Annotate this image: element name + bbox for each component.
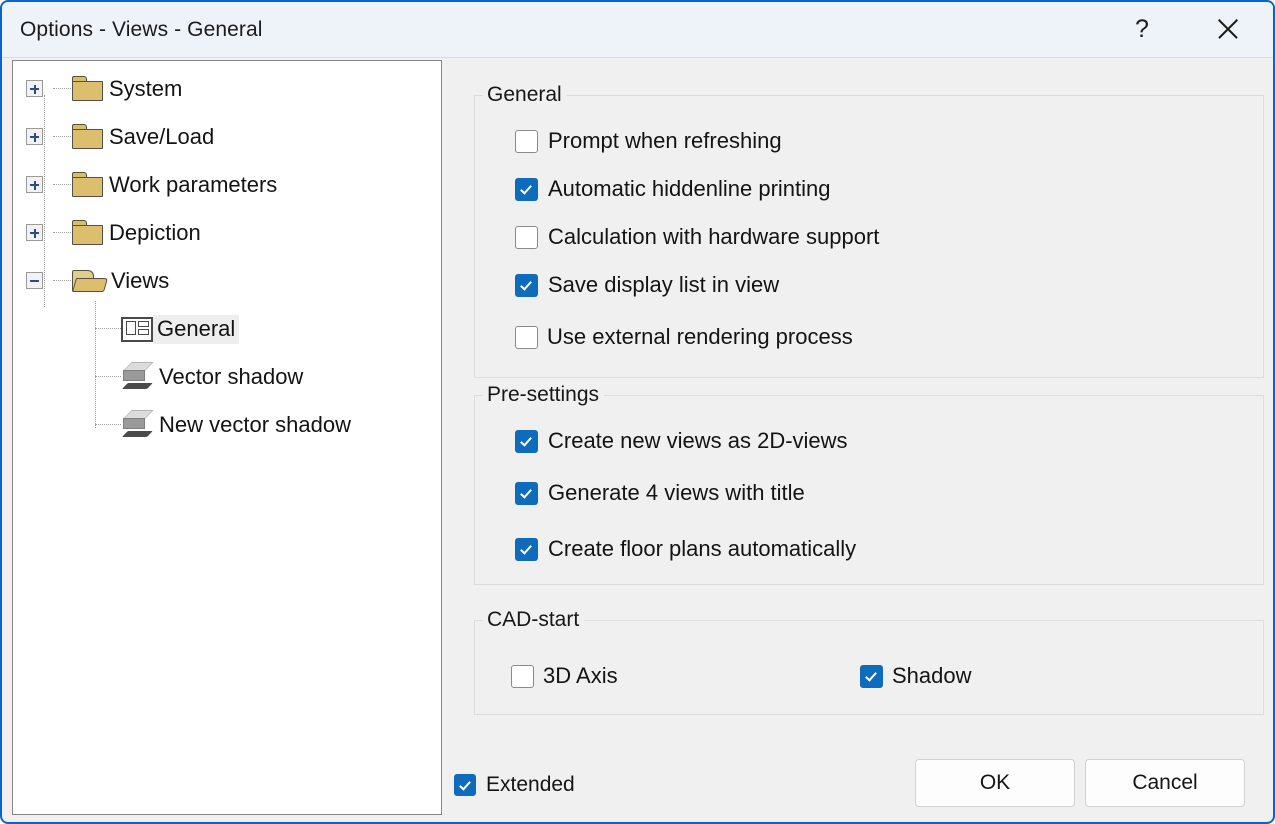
tree-expander-system[interactable] [26,80,43,97]
sidebar-item-system[interactable]: System [71,65,186,113]
close-icon [1215,16,1241,42]
sidebar-item-general[interactable]: General [121,305,239,353]
checkbox-box[interactable] [511,665,534,688]
checkbox-box[interactable] [515,178,538,201]
group-pre-settings-legend: Pre-settings [483,383,604,407]
sidebar-item-save-load[interactable]: Save/Load [71,113,218,161]
checkbox-label: Automatic hiddenline printing [548,176,831,202]
sidebar-item-label: Vector shadow [155,363,307,392]
sidebar-item-label: New vector shadow [155,411,355,440]
panes-icon [121,317,153,342]
checkbox-use-external-rendering-process[interactable]: Use external rendering process [515,324,853,350]
checkbox-box[interactable] [515,130,538,153]
checkbox-label: Calculation with hardware support [548,224,879,250]
folder-open-icon [71,268,107,294]
checkbox-extended[interactable]: Extended [454,773,575,797]
box-shadow-icon [121,361,155,393]
group-cad-start-legend: CAD-start [483,608,584,632]
sidebar-item-label: Depiction [105,219,205,248]
question-mark-icon: ? [1135,15,1149,44]
tree-connector-line [95,424,121,426]
sidebar-item-vector-shadow[interactable]: Vector shadow [121,353,307,401]
checkbox-save-display-list-in-view[interactable]: Save display list in view [515,272,779,298]
cancel-button[interactable]: Cancel [1085,759,1245,807]
tree-connector-line [44,95,46,307]
sidebar-item-new-vector-shadow[interactable]: New vector shadow [121,401,355,449]
settings-tree-panel[interactable]: System Save/Load Work parameters Depicti… [12,60,442,815]
close-button[interactable] [1197,2,1259,56]
sidebar-item-label: General [153,315,239,344]
sidebar-item-views[interactable]: Views [71,257,173,305]
tree-expander-work-parameters[interactable] [26,176,43,193]
checkbox-label: Shadow [892,663,972,689]
sidebar-item-label: Save/Load [105,123,218,152]
options-dialog-window: Options - Views - General ? [0,0,1275,824]
sidebar-item-work-parameters[interactable]: Work parameters [71,161,281,209]
checkbox-label: Prompt when refreshing [548,128,782,154]
checkbox-box[interactable] [860,665,883,688]
tree-expander-depiction[interactable] [26,224,43,241]
settings-content-pane: General Prompt when refreshing Automatic… [452,60,1263,812]
title-bar: Options - Views - General ? [2,2,1273,58]
tree-expander-views[interactable] [26,272,43,289]
checkbox-label: Create new views as 2D-views [548,428,848,454]
window-title: Options - Views - General [20,18,263,42]
group-pre-settings: Pre-settings Create new views as 2D-view… [474,395,1264,585]
checkbox-box[interactable] [515,538,538,561]
checkbox-label: Generate 4 views with title [548,480,805,506]
tree-connector-line [95,328,121,330]
checkbox-create-new-views-as-2d-views[interactable]: Create new views as 2D-views [515,428,848,454]
checkbox-generate-4-views-with-title[interactable]: Generate 4 views with title [515,480,805,506]
checkbox-prompt-when-refreshing[interactable]: Prompt when refreshing [515,128,782,154]
group-general: General Prompt when refreshing Automatic… [474,95,1264,378]
sidebar-item-label: System [105,75,186,104]
tree-expander-save-load[interactable] [26,128,43,145]
folder-closed-icon [71,124,105,150]
group-cad-start: CAD-start 3D Axis Shadow [474,620,1264,715]
checkbox-label: Save display list in view [548,272,779,298]
tree-connector-line [95,376,121,378]
checkbox-label: Extended [486,773,575,797]
folder-closed-icon [71,220,105,246]
checkbox-label: Create floor plans automatically [548,536,856,562]
checkbox-3d-axis[interactable]: 3D Axis [511,663,618,689]
tree-connector-line [95,301,97,428]
checkbox-label: 3D Axis [543,663,618,689]
box-shadow-icon [121,409,155,441]
checkbox-create-floor-plans-automatically[interactable]: Create floor plans automatically [515,536,856,562]
group-general-legend: General [483,83,567,107]
checkbox-box[interactable] [515,430,538,453]
checkbox-box[interactable] [515,326,538,349]
checkbox-automatic-hiddenline-printing[interactable]: Automatic hiddenline printing [515,176,831,202]
checkbox-label: Use external rendering process [547,324,853,350]
checkbox-box[interactable] [515,482,538,505]
checkbox-shadow[interactable]: Shadow [860,663,972,689]
checkbox-box[interactable] [515,226,538,249]
checkbox-box[interactable] [515,274,538,297]
checkbox-calculation-with-hardware-support[interactable]: Calculation with hardware support [515,224,879,250]
sidebar-item-depiction[interactable]: Depiction [71,209,205,257]
folder-closed-icon [71,172,105,198]
folder-closed-icon [71,76,105,102]
checkbox-box[interactable] [454,774,476,796]
settings-tree: System Save/Load Work parameters Depicti… [13,61,441,814]
sidebar-item-label: Work parameters [105,171,281,200]
help-button[interactable]: ? [1111,2,1173,56]
ok-button[interactable]: OK [915,759,1075,807]
sidebar-item-label: Views [107,267,173,296]
